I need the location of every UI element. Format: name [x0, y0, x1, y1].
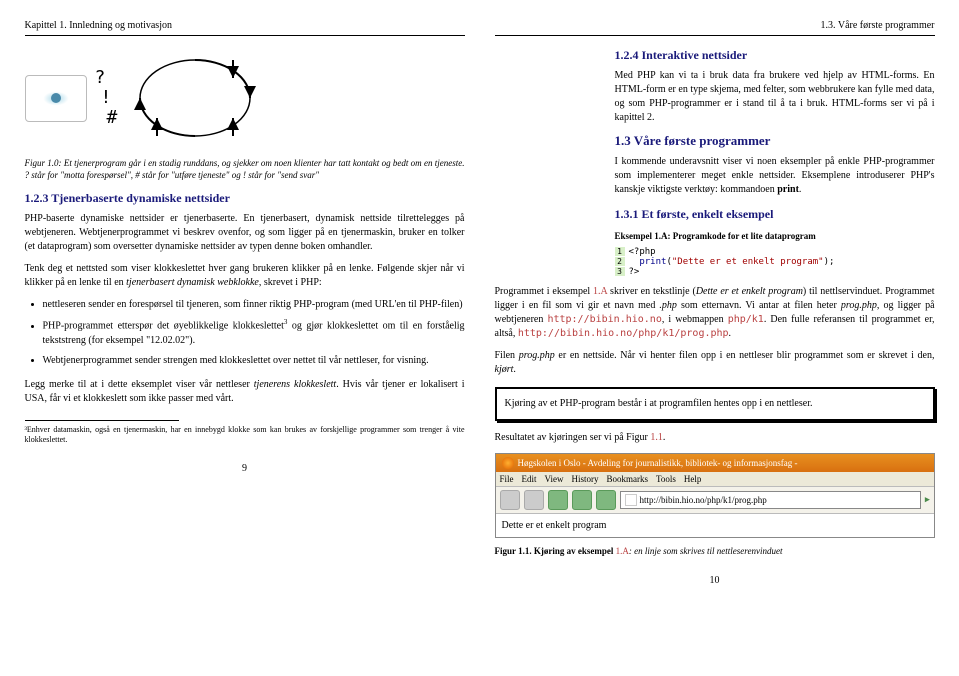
- code-example-1a: 1<?php 2 print("Dette er et enkelt progr…: [615, 247, 935, 277]
- para-php-tjener: PHP-baserte dynamiske nettsider er tjene…: [25, 212, 465, 254]
- header-right: 1.3. Våre første programmer: [821, 20, 935, 31]
- menu-item[interactable]: Edit: [522, 474, 537, 484]
- eye-image: [25, 75, 87, 122]
- browser-content: Dette er et enkelt program: [496, 514, 934, 537]
- page-number: 9: [25, 463, 465, 474]
- figure-1-0-caption: Figur 1.0: Et tjenerprogram går i en sta…: [25, 158, 465, 181]
- browser-toolbar: http://bibin.hio.no/php/k1/prog.php ▸: [496, 487, 934, 514]
- callout-box: Kjøring av et PHP-program består i at pr…: [495, 387, 935, 421]
- para-result: Resultatet av kjøringen ser vi på Figur …: [495, 431, 935, 445]
- menu-item[interactable]: Bookmarks: [606, 474, 648, 484]
- klokke-list: nettleseren sender en forespørsel til tj…: [25, 298, 465, 367]
- cycle-diagram: [125, 48, 265, 148]
- reload-button[interactable]: [548, 490, 568, 510]
- go-arrow-icon[interactable]: ▸: [925, 494, 930, 505]
- header-rule: [25, 35, 465, 36]
- header-rule: [495, 35, 935, 36]
- page-header: 1.3. Våre første programmer: [495, 20, 935, 31]
- menu-item[interactable]: Tools: [656, 474, 676, 484]
- para-1-3-intro: I kommende underavsnitt viser vi noen ek…: [615, 155, 935, 197]
- home-button[interactable]: [596, 490, 616, 510]
- window-title: Høgskolen i Oslo - Avdeling for journali…: [518, 458, 798, 468]
- heading-1-2-4: 1.2.4 Interaktive nettsider: [615, 48, 935, 63]
- page-number: 10: [495, 575, 935, 586]
- address-bar[interactable]: http://bibin.hio.no/php/k1/prog.php: [620, 491, 921, 509]
- page-left: Kapittel 1. Innledning og motivasjon ? !…: [25, 20, 465, 586]
- para-progphp: Filen prog.php er en nettside. Når vi he…: [495, 349, 935, 377]
- figure-1-1-caption: Figur 1.1. Kjøring av eksempel 1.A: en l…: [495, 546, 935, 558]
- stop-button[interactable]: [572, 490, 592, 510]
- para-1-2-4: Med PHP kan vi ta i bruk data fra bruker…: [615, 69, 935, 125]
- browser-screenshot: Høgskolen i Oslo - Avdeling for journali…: [495, 453, 935, 538]
- heading-1-3: 1.3 Våre første programmer: [615, 133, 935, 149]
- back-button[interactable]: [500, 490, 520, 510]
- menu-item[interactable]: History: [571, 474, 598, 484]
- menu-item[interactable]: View: [545, 474, 564, 484]
- example-1a-label: Eksempel 1.A: Programkode for et lite da…: [615, 230, 935, 243]
- firefox-icon: [502, 457, 514, 469]
- browser-titlebar: Høgskolen i Oslo - Avdeling for journali…: [496, 454, 934, 472]
- menu-item[interactable]: File: [500, 474, 514, 484]
- list-item: Webtjenerprogrammet sender strengen med …: [43, 354, 465, 368]
- page-right: 1.3. Våre første programmer 1.2.4 Intera…: [495, 20, 935, 586]
- favicon-icon: [625, 494, 637, 506]
- para-exA-desc: Programmet i eksempel 1.A skriver en tek…: [495, 285, 935, 341]
- para-klokke-intro: Tenk deg et nettsted som viser klokkesle…: [25, 262, 465, 290]
- heading-1-3-1: 1.3.1 Et første, enkelt eksempel: [615, 207, 935, 222]
- forward-button[interactable]: [524, 490, 544, 510]
- heading-1-2-3: 1.2.3 Tjenerbaserte dynamiske nettsider: [25, 191, 465, 206]
- list-item: PHP-programmet etterspør det øyeblikkeli…: [43, 318, 465, 347]
- footnote-3: ³Enhver datamaskin, også en tjenermaskin…: [25, 425, 465, 446]
- url-text: http://bibin.hio.no/php/k1/prog.php: [640, 495, 767, 505]
- figure-1-0: ? ! #: [25, 48, 465, 148]
- list-item: nettleseren sender en forespørsel til tj…: [43, 298, 465, 312]
- menu-item[interactable]: Help: [684, 474, 702, 484]
- para-tjener-klokke: Legg merke til at i dette eksemplet vise…: [25, 378, 465, 406]
- browser-menubar: File Edit View History Bookmarks Tools Help: [496, 472, 934, 487]
- cycle-marks: ? ! #: [95, 68, 118, 127]
- header-left: Kapittel 1. Innledning og motivasjon: [25, 20, 172, 31]
- page-header: Kapittel 1. Innledning og motivasjon: [25, 20, 465, 31]
